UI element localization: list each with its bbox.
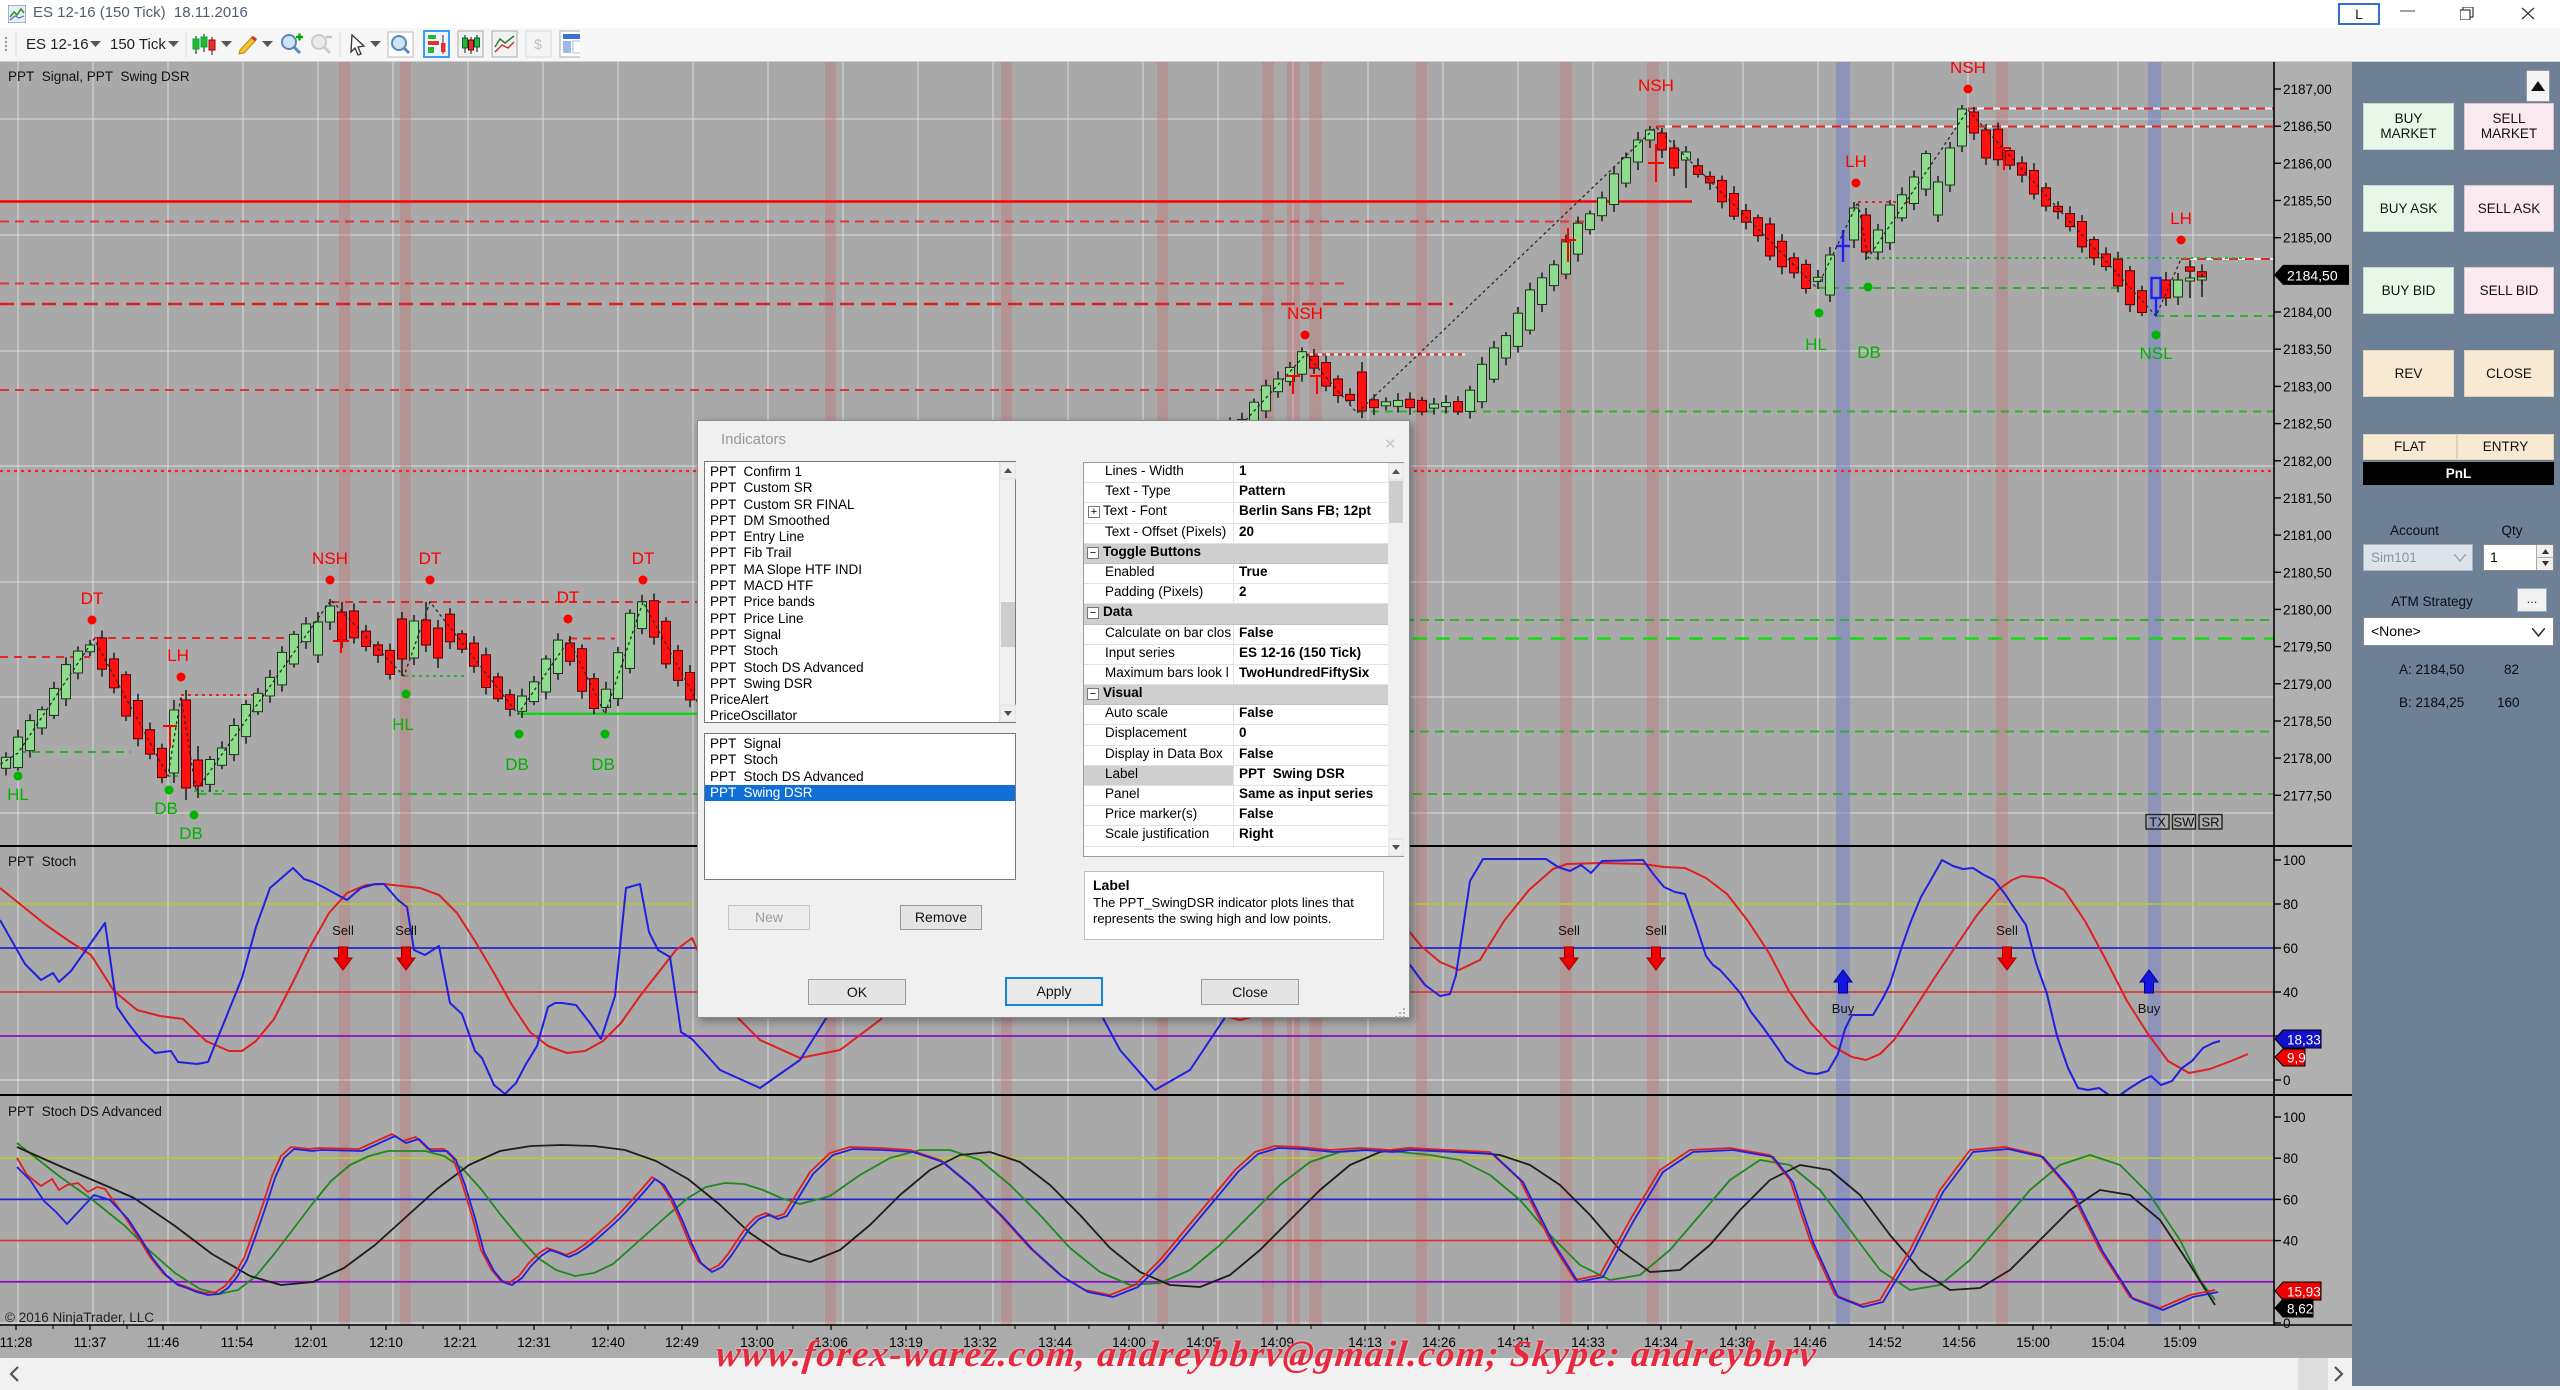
svg-text:Sell: Sell [395, 923, 417, 938]
svg-text:2178,50: 2178,50 [2283, 714, 2332, 729]
svg-text:NSH: NSH [1638, 76, 1674, 95]
svg-text:2184,50: 2184,50 [2287, 267, 2338, 283]
svg-text:80: 80 [2283, 1151, 2298, 1166]
svg-text:Sell: Sell [1645, 923, 1667, 938]
svg-text:40: 40 [2283, 1234, 2298, 1249]
svg-text:LH: LH [167, 646, 189, 665]
svg-text:NSH: NSH [312, 549, 348, 568]
svg-text:DB: DB [591, 755, 615, 774]
svg-text:150 Tick: 150 Tick [110, 36, 166, 53]
svg-text:2180,00: 2180,00 [2283, 602, 2332, 617]
svg-text:SW: SW [2174, 815, 2196, 830]
svg-text:11:28: 11:28 [0, 1335, 32, 1350]
svg-text:ES 12-16: ES 12-16 [26, 36, 89, 53]
svg-text:12:10: 12:10 [369, 1335, 403, 1350]
svg-text:80: 80 [2283, 897, 2298, 912]
svg-text:11:46: 11:46 [147, 1335, 180, 1350]
svg-text:15:04: 15:04 [2091, 1335, 2125, 1350]
svg-text:100: 100 [2283, 853, 2306, 868]
svg-text:DB: DB [1857, 343, 1881, 362]
svg-text:18,33: 18,33 [2287, 1033, 2321, 1048]
svg-text:2180,50: 2180,50 [2283, 565, 2332, 580]
svg-text:Buy: Buy [2138, 1001, 2161, 1016]
svg-text:HL: HL [1805, 335, 1827, 354]
svg-text:11:54: 11:54 [221, 1335, 254, 1350]
svg-text:60: 60 [2283, 941, 2298, 956]
svg-text:60: 60 [2283, 1192, 2298, 1207]
svg-text:40: 40 [2283, 985, 2298, 1000]
svg-text:15:09: 15:09 [2163, 1335, 2197, 1350]
svg-text:12:31: 12:31 [517, 1335, 551, 1350]
svg-text:2181,00: 2181,00 [2283, 528, 2332, 543]
svg-text:2183,00: 2183,00 [2283, 379, 2332, 394]
svg-text:2186,50: 2186,50 [2283, 119, 2332, 134]
svg-text:2186,00: 2186,00 [2283, 156, 2332, 171]
svg-text:Sell: Sell [1558, 923, 1580, 938]
svg-text:2187,00: 2187,00 [2283, 82, 2332, 97]
svg-text:8,62: 8,62 [2287, 1302, 2313, 1317]
svg-text:2179,00: 2179,00 [2283, 677, 2332, 692]
svg-text:DT: DT [81, 589, 104, 608]
svg-text:0: 0 [2283, 1073, 2291, 1088]
svg-text:HL: HL [7, 785, 29, 804]
svg-text:2181,50: 2181,50 [2283, 491, 2332, 506]
svg-text:$: $ [534, 36, 542, 52]
svg-text:TX: TX [2149, 815, 2166, 830]
svg-text:NSH: NSH [1287, 304, 1323, 323]
svg-text:2179,50: 2179,50 [2283, 640, 2332, 655]
svg-text:15:00: 15:00 [2016, 1335, 2050, 1350]
svg-text:100: 100 [2283, 1110, 2306, 1125]
svg-text:15,93: 15,93 [2287, 1285, 2321, 1300]
svg-text:PPT Stoch: PPT Stoch [8, 854, 76, 869]
svg-text:LH: LH [1845, 152, 1867, 171]
svg-text:0: 0 [2283, 1316, 2291, 1331]
svg-text:DB: DB [505, 755, 529, 774]
svg-text:2182,50: 2182,50 [2283, 417, 2332, 432]
svg-text:Sell: Sell [1996, 923, 2018, 938]
svg-text:DT: DT [419, 549, 442, 568]
svg-text:HL: HL [392, 715, 414, 734]
svg-text:9,9: 9,9 [2287, 1051, 2306, 1066]
svg-text:12:21: 12:21 [443, 1335, 477, 1350]
svg-text:NSL: NSL [2139, 344, 2172, 363]
svg-text:2185,00: 2185,00 [2283, 231, 2332, 246]
svg-text:2177,50: 2177,50 [2283, 788, 2332, 803]
svg-text:2182,00: 2182,00 [2283, 454, 2332, 469]
svg-text:SR: SR [2201, 815, 2219, 830]
svg-text:2178,00: 2178,00 [2283, 751, 2332, 766]
svg-text:2184,00: 2184,00 [2283, 305, 2332, 320]
svg-text:DT: DT [557, 588, 580, 607]
svg-text:Buy: Buy [1832, 1001, 1855, 1016]
svg-text:LH: LH [2170, 209, 2192, 228]
svg-text:© 2016 NinjaTrader, LLC: © 2016 NinjaTrader, LLC [5, 1310, 154, 1325]
svg-text:12:49: 12:49 [665, 1335, 699, 1350]
svg-text:12:40: 12:40 [591, 1335, 625, 1350]
svg-text:NSH: NSH [1950, 62, 1986, 77]
svg-text:DB: DB [154, 799, 178, 818]
svg-text:DB: DB [179, 824, 203, 843]
svg-text:Sell: Sell [332, 923, 354, 938]
svg-text:DT: DT [632, 549, 655, 568]
svg-text:11:37: 11:37 [74, 1335, 107, 1350]
svg-text:12:01: 12:01 [294, 1335, 328, 1350]
svg-text:PPT Signal, PPT Swing DSR: PPT Signal, PPT Swing DSR [8, 69, 190, 84]
svg-text:14:56: 14:56 [1942, 1335, 1976, 1350]
svg-text:PPT Stoch DS Advanced: PPT Stoch DS Advanced [8, 1104, 162, 1119]
svg-text:14:52: 14:52 [1868, 1335, 1902, 1350]
svg-text:2183,50: 2183,50 [2283, 342, 2332, 357]
svg-text:2185,50: 2185,50 [2283, 194, 2332, 209]
